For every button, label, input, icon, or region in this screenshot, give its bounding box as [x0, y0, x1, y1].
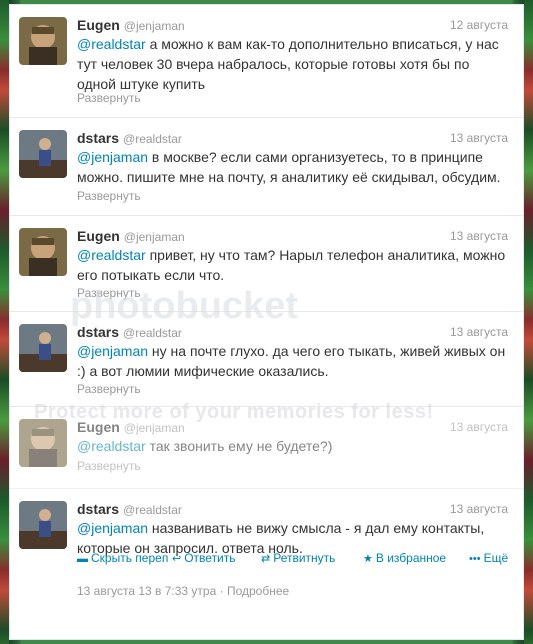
author-handle[interactable]: @realdstar — [123, 326, 182, 340]
conversation-icon: ▬ — [77, 553, 88, 565]
mention-link[interactable]: @jenjaman — [77, 343, 148, 359]
tweet-date[interactable]: 13 августа — [450, 500, 508, 518]
background-right-edge — [524, 0, 533, 644]
tweet-text: @realdstar привет, ну что там? Нарыл тел… — [77, 247, 506, 283]
tweet-date[interactable]: 12 августа — [450, 16, 508, 34]
tweet[interactable]: Eugen @jenjaman 12 августа @realdstar а м… — [10, 5, 523, 118]
tweet-meta: 13 августа 13 в 7:33 утра · Подробнее — [77, 584, 290, 598]
retweet-icon: ⇄ — [261, 553, 271, 565]
avatar[interactable] — [19, 324, 67, 372]
mention-link[interactable]: @realdstar — [77, 36, 146, 52]
star-icon: ★ — [363, 553, 373, 565]
mention-link[interactable]: @realdstar — [77, 438, 146, 454]
avatar[interactable] — [19, 17, 67, 65]
watermark-logo: photobucket — [70, 285, 298, 327]
hide-conversation-button[interactable]: ▬Скрыть переписку — [77, 551, 169, 565]
tweet-text: @jenjaman ну на почте глухо. да чего его… — [77, 343, 506, 379]
author-name[interactable]: dstars — [77, 130, 119, 146]
author-handle[interactable]: @realdstar — [123, 132, 182, 146]
author-name[interactable]: Eugen — [77, 17, 120, 33]
reply-icon: ↩ — [172, 553, 182, 565]
author-name[interactable]: dstars — [77, 501, 119, 517]
tweet[interactable]: dstars @realdstar 13 августа @jenjaman в … — [10, 118, 523, 216]
expand-link[interactable]: Развернуть — [77, 382, 141, 396]
tweet-text: @jenjaman в москве? если сами организует… — [77, 149, 501, 185]
tweet-date[interactable]: 13 августа — [450, 129, 508, 147]
avatar[interactable] — [19, 419, 67, 467]
expand-link[interactable]: Развернуть — [77, 189, 141, 203]
avatar[interactable] — [19, 228, 67, 276]
background-left-edge — [0, 0, 9, 644]
favorite-button[interactable]: ★ В избранное — [363, 551, 446, 565]
tweet-date[interactable]: 13 августа — [450, 323, 508, 341]
watermark-text: Protect more of your memories for less! — [34, 401, 434, 423]
more-icon: ••• — [469, 553, 481, 565]
timestamp[interactable]: 13 августа 13 в 7:33 утра — [77, 584, 216, 598]
mention-link[interactable]: @jenjaman — [77, 520, 148, 536]
tweet-date[interactable]: 13 августа — [450, 418, 508, 436]
author-handle[interactable]: @jenjaman — [124, 230, 185, 244]
author-name[interactable]: Eugen — [77, 228, 120, 244]
tweet-actions: ▬Скрыть переписку ↩Ответить ⇄Ретвитнуть … — [77, 551, 508, 567]
mention-link[interactable]: @jenjaman — [77, 149, 148, 165]
mention-link[interactable]: @realdstar — [77, 247, 146, 263]
tweet-date[interactable]: 13 августа — [450, 227, 508, 245]
expand-link[interactable]: Развернуть — [77, 91, 141, 105]
author-handle[interactable]: @jenjaman — [124, 19, 185, 33]
conversation-panel: Eugen @jenjaman 12 августа @realdstar а м… — [9, 4, 524, 640]
reply-button[interactable]: ↩ Ответить — [172, 551, 236, 565]
expand-link[interactable]: Развернуть — [77, 459, 141, 473]
avatar[interactable] — [19, 501, 67, 549]
tweet-text: @realdstar а можно к вам как-то дополнит… — [77, 36, 499, 92]
more-button[interactable]: ••• Ещё — [469, 551, 508, 565]
author-handle[interactable]: @realdstar — [123, 503, 182, 517]
avatar[interactable] — [19, 130, 67, 178]
retweet-button[interactable]: ⇄ Ретвитнуть — [261, 551, 335, 565]
tweet-text: @realdstar так звонить ему не будете?) — [77, 438, 333, 454]
details-link[interactable]: Подробнее — [227, 584, 289, 598]
